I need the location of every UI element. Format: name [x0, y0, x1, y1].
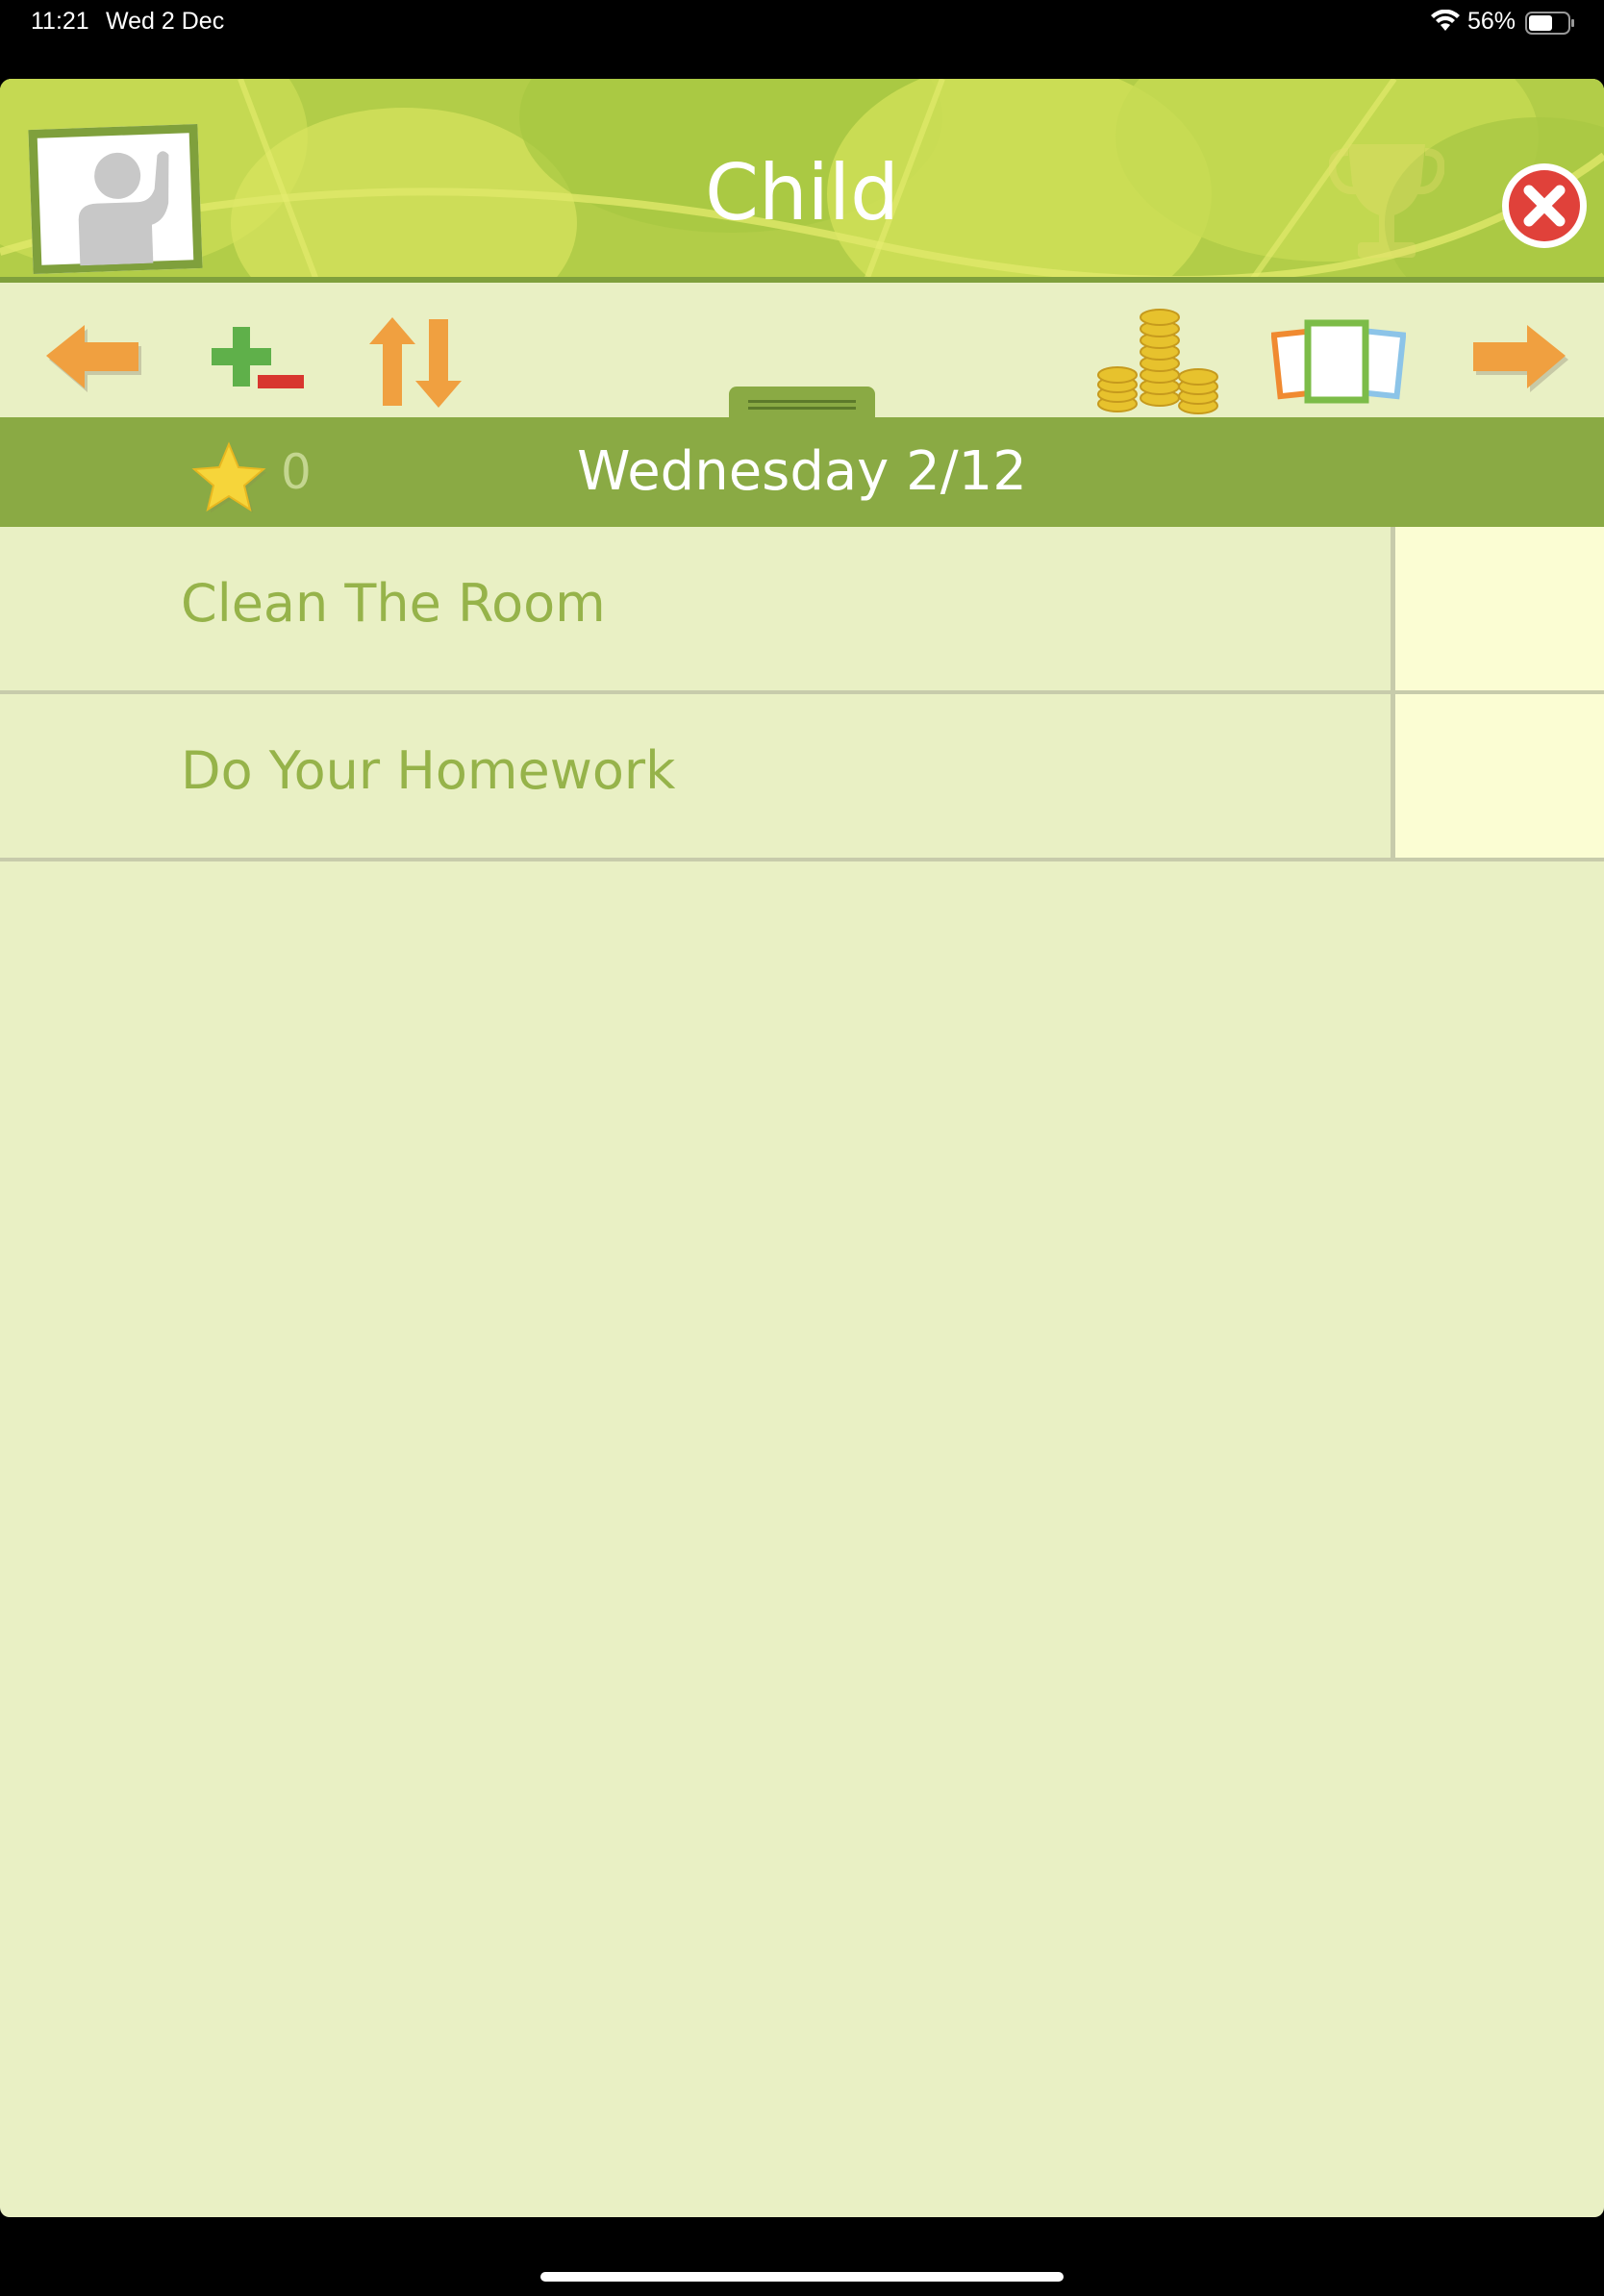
add-remove-icon[interactable]	[204, 319, 310, 396]
battery-icon	[1525, 12, 1574, 35]
task-label: Do Your Homework	[181, 740, 676, 801]
task-row[interactable]: Clean The Room	[0, 527, 1604, 694]
cards-icon[interactable]	[1271, 313, 1406, 410]
date-bar: 0 Wednesday 2/12	[0, 417, 1604, 527]
coins-icon[interactable]	[1094, 306, 1223, 415]
task-label: Clean The Room	[181, 573, 606, 634]
close-button[interactable]	[1498, 160, 1591, 252]
status-date: Wed 2 Dec	[106, 8, 225, 35]
handle-line	[748, 407, 856, 410]
header: Child	[0, 79, 1604, 283]
date-label: Wednesday 2/12	[577, 440, 1027, 503]
drawer-handle[interactable]	[729, 387, 875, 421]
battery-percent: 56%	[1467, 8, 1516, 35]
handle-line	[748, 400, 856, 403]
home-indicator[interactable]	[540, 2272, 1064, 2282]
task-check-cell[interactable]	[1391, 694, 1604, 858]
trophy-icon[interactable]	[1329, 135, 1444, 269]
sort-icon[interactable]	[365, 315, 465, 410]
arrow-left-icon[interactable]	[42, 321, 144, 394]
app-window: Child 0 Wednesday 2/12 Clean The Room Do…	[0, 79, 1604, 2217]
task-check-cell[interactable]	[1391, 527, 1604, 690]
wifi-icon	[1431, 10, 1460, 31]
arrow-right-icon[interactable]	[1467, 321, 1569, 394]
status-time: 11:21	[31, 8, 89, 35]
status-bar: 11:21 Wed 2 Dec 56%	[0, 0, 1604, 79]
task-row[interactable]: Do Your Homework	[0, 694, 1604, 861]
